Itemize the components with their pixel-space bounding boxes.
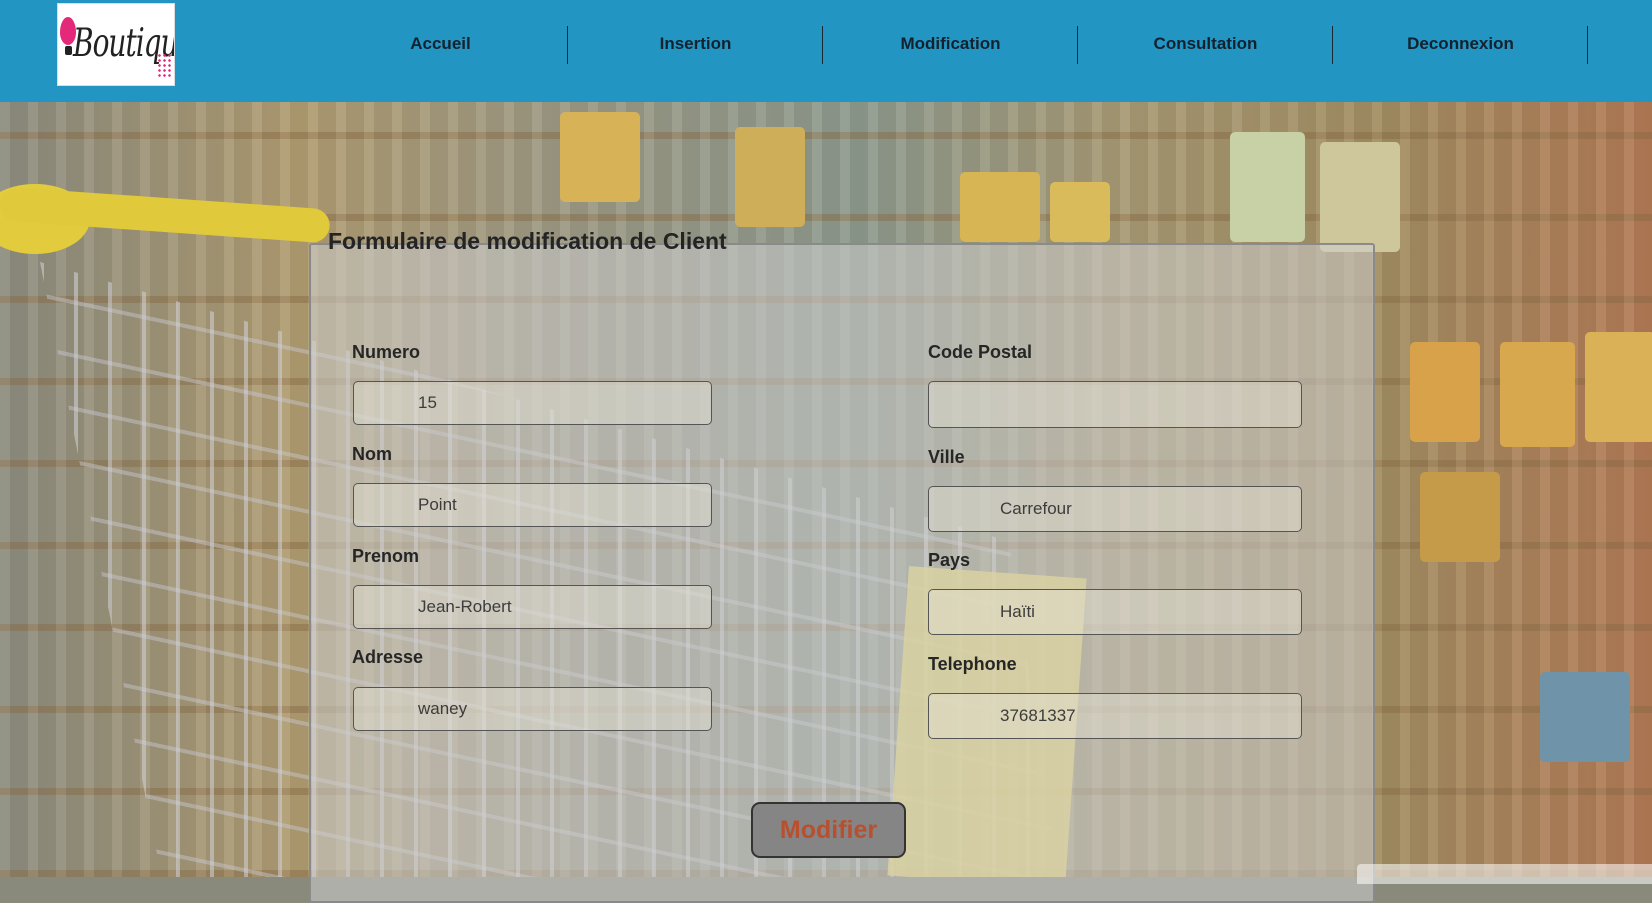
nav-item-consultation[interactable]: Consultation — [1078, 0, 1333, 88]
prenom-label: Prenom — [352, 546, 420, 566]
nav-item-insertion[interactable]: Insertion — [568, 0, 823, 88]
product-pack — [560, 112, 640, 202]
nav-item-modification[interactable]: Modification — [823, 0, 1078, 88]
ville-label: Ville — [928, 447, 965, 467]
numero-input[interactable] — [353, 381, 712, 425]
ville-input[interactable] — [928, 486, 1302, 532]
nom-input[interactable] — [353, 483, 712, 527]
product-pack — [1320, 142, 1400, 252]
modifier-button[interactable]: Modifier — [751, 802, 906, 858]
code-postal-label: Code Postal — [928, 342, 1033, 362]
adresse-label: Adresse — [352, 647, 424, 667]
decorative-dots-icon — [157, 53, 171, 77]
nom-label: Nom — [352, 444, 392, 464]
nav-item-accueil[interactable]: Accueil — [313, 0, 568, 88]
product-pack — [1540, 672, 1630, 762]
code-postal-input[interactable] — [928, 381, 1302, 428]
product-pack — [1420, 472, 1500, 562]
pays-input[interactable] — [928, 589, 1302, 635]
numero-label: Numero — [352, 342, 421, 362]
product-pack — [1500, 342, 1575, 447]
pays-label: Pays — [928, 550, 971, 570]
product-pack — [1410, 342, 1480, 442]
boutique-logo[interactable]: Boutique — [57, 3, 175, 86]
hosting-badge[interactable] — [1357, 864, 1652, 884]
top-navigation-bar: Boutique Accueil Insertion Modification … — [0, 0, 1652, 102]
telephone-input[interactable] — [928, 693, 1302, 739]
balloon-knot-icon — [65, 46, 72, 55]
nav-item-deconnexion[interactable]: Deconnexion — [1333, 0, 1588, 88]
product-pack — [960, 172, 1040, 242]
product-pack — [1050, 182, 1110, 242]
product-pack — [735, 127, 805, 227]
product-pack — [1585, 332, 1652, 442]
telephone-label: Telephone — [928, 654, 1017, 674]
product-pack — [1230, 132, 1305, 242]
prenom-input[interactable] — [353, 585, 712, 629]
form-legend: Formulaire de modification de Client — [328, 228, 727, 254]
adresse-input[interactable] — [353, 687, 712, 731]
main-nav: Accueil Insertion Modification Consultat… — [313, 0, 1588, 88]
